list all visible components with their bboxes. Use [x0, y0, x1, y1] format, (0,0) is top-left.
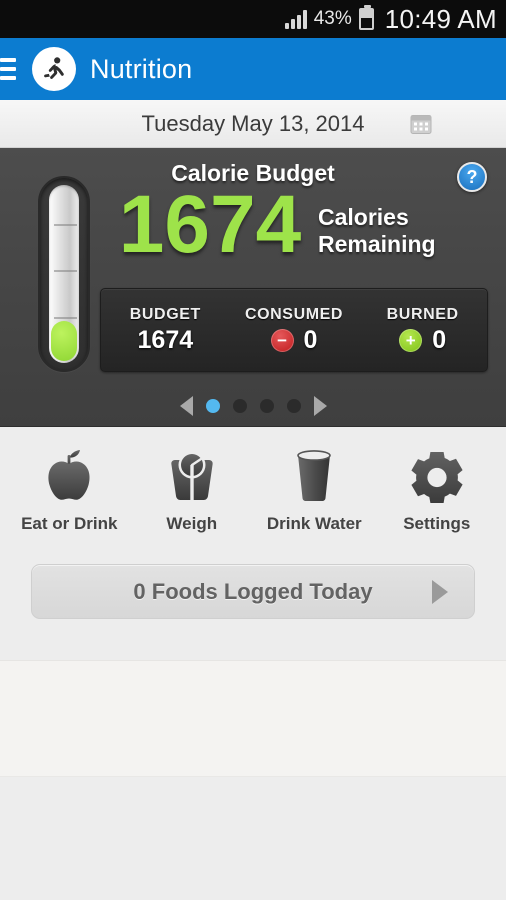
arrow-right-icon[interactable]	[313, 396, 327, 416]
battery-percent-label: 43%	[313, 8, 352, 29]
water-glass-icon	[283, 442, 345, 504]
stat-burned-label: BURNED	[386, 305, 459, 323]
action-settings-label: Settings	[403, 514, 471, 533]
date-bar[interactable]: Tuesday May 13, 2014	[0, 100, 506, 148]
arrow-right-icon	[432, 579, 448, 604]
current-date-label: Tuesday May 13, 2014	[141, 110, 365, 136]
foods-logged-button[interactable]: 0 Foods Logged Today	[31, 564, 475, 619]
quick-actions-row: Eat or Drink Weigh Drink Water Settings	[0, 427, 506, 549]
calories-remaining-label-line2: Remaining	[318, 231, 436, 258]
thermometer-gauge-icon	[38, 176, 90, 372]
pager-dot-3[interactable]	[259, 399, 274, 413]
stat-consumed-label: CONSUMED	[244, 305, 344, 323]
stat-budget-value: 1674	[137, 325, 194, 354]
gear-icon	[406, 442, 468, 504]
action-weigh-label: Weigh	[166, 514, 218, 533]
calories-remaining-label-line1: Calories	[318, 204, 409, 230]
action-weigh[interactable]: Weigh	[131, 442, 254, 534]
action-settings[interactable]: Settings	[376, 442, 499, 534]
pager-dot-1[interactable]	[205, 399, 220, 413]
running-person-logo-icon	[32, 47, 76, 91]
status-bar: 43% 10:49 AM	[0, 0, 506, 38]
calorie-budget-card: Calorie Budget ? 1674 Calories Remaining…	[0, 148, 506, 427]
stats-panel: BUDGET 1674 CONSUMED − 0 BURNED + 0	[100, 288, 488, 372]
help-button[interactable]: ?	[457, 162, 487, 192]
stat-budget-label: BUDGET	[129, 305, 201, 323]
minus-badge-icon: −	[270, 328, 294, 352]
stat-consumed-value: 0	[303, 325, 318, 354]
status-bar-clock: 10:49 AM	[384, 3, 497, 34]
calendar-icon[interactable]	[410, 113, 432, 134]
action-drink-water-label: Drink Water	[266, 514, 362, 533]
stat-budget: BUDGET 1674	[101, 289, 230, 371]
calories-remaining-label: Calories Remaining	[318, 204, 488, 258]
pager-dot-4[interactable]	[286, 399, 301, 413]
app-title: Nutrition	[90, 53, 193, 84]
battery-icon	[358, 5, 374, 30]
scale-icon	[161, 442, 223, 504]
stat-burned-value: 0	[432, 325, 447, 354]
foods-logged-label: 0 Foods Logged Today	[133, 578, 373, 604]
plus-badge-icon: +	[399, 328, 423, 352]
action-eat-or-drink-label: Eat or Drink	[21, 514, 118, 533]
background-band-bottom	[0, 777, 506, 900]
apple-icon	[38, 442, 100, 504]
stat-burned: BURNED + 0	[358, 289, 487, 371]
stat-consumed: CONSUMED − 0	[230, 289, 359, 371]
arrow-left-icon[interactable]	[179, 396, 193, 416]
calories-remaining-value: 1674	[118, 179, 302, 270]
app-bar: Nutrition	[0, 38, 506, 100]
action-eat-or-drink[interactable]: Eat or Drink	[8, 442, 131, 534]
carousel-pager	[0, 396, 506, 416]
background-band-top	[0, 634, 506, 660]
hamburger-menu-icon[interactable]	[0, 50, 22, 88]
foods-logged-section: 0 Foods Logged Today	[0, 549, 506, 634]
background-band-middle	[0, 660, 506, 777]
app-screen: 43% 10:49 AM Nutrition Tuesday May 13, 2…	[0, 0, 506, 900]
signal-bars-icon	[284, 9, 307, 29]
action-drink-water[interactable]: Drink Water	[253, 442, 376, 534]
pager-dot-2[interactable]	[232, 399, 247, 413]
